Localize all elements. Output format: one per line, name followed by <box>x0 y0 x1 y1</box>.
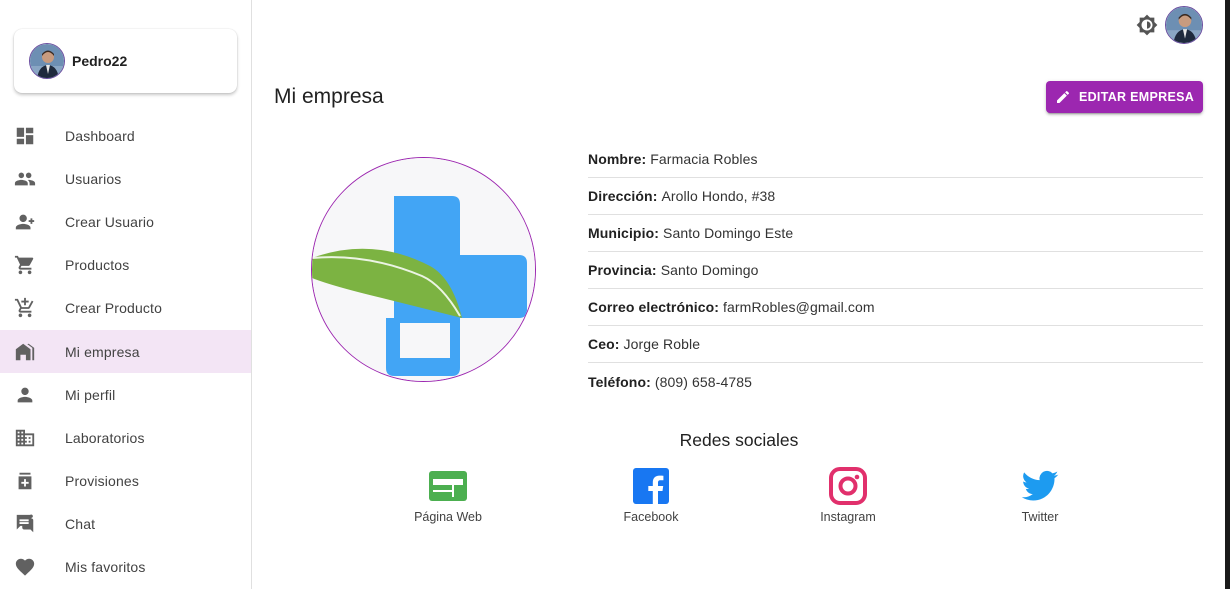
business-icon <box>13 426 37 450</box>
social-label: Página Web <box>414 510 482 524</box>
sidebar-item-label: Crear Producto <box>65 300 163 317</box>
info-label: Ceo: <box>588 336 620 352</box>
info-value: (809) 658-4785 <box>654 373 752 390</box>
info-label: Nombre: <box>588 151 647 167</box>
info-value: Santo Domingo <box>660 262 759 278</box>
info-row-telefono: Teléfono: (809) 658-4785 <box>588 363 1203 400</box>
user-avatar <box>29 43 65 79</box>
sidebar-item-label: Productos <box>65 257 130 274</box>
info-value: Santo Domingo Este <box>663 225 794 241</box>
info-row-direccion: Dirección: Arollo Hondo, #38 <box>588 178 1203 215</box>
instagram-icon <box>829 467 867 505</box>
store-icon <box>13 340 37 364</box>
social-section-title: Redes sociales <box>679 430 799 450</box>
person-add-icon <box>13 210 37 234</box>
sidebar-item-label: Mis favoritos <box>65 559 146 576</box>
sidebar-nav: Dashboard Usuarios Crear Usuario Product… <box>0 114 251 589</box>
info-label: Dirección: <box>588 188 658 204</box>
info-value: Arollo Hondo, #38 <box>661 188 776 204</box>
info-label: Teléfono: <box>588 373 651 390</box>
facebook-icon <box>633 468 669 504</box>
info-label: Correo electrónico: <box>588 299 720 315</box>
sidebar-item-label: Usuarios <box>65 170 122 187</box>
social-label: Twitter <box>1021 510 1059 524</box>
info-row-provincia: Provincia: Santo Domingo <box>588 252 1203 289</box>
sidebar-item-label: Provisiones <box>65 473 140 490</box>
info-label: Municipio: <box>588 225 659 241</box>
sidebar-item-laboratorios[interactable]: Laboratorios <box>0 416 251 459</box>
info-value: farmRobles@gmail.com <box>723 299 875 315</box>
people-icon <box>13 167 37 191</box>
info-row-municipio: Municipio: Santo Domingo Este <box>588 215 1203 252</box>
twitter-icon <box>1021 470 1059 501</box>
add-cart-icon <box>13 296 37 320</box>
info-row-nombre: Nombre: Farmacia Robles <box>588 141 1203 178</box>
sidebar-item-label: Crear Usuario <box>65 213 155 230</box>
info-value: Jorge Roble <box>623 336 701 352</box>
dashboard-icon <box>13 124 37 148</box>
user-name: Pedro22 <box>72 53 128 69</box>
medication-icon <box>13 469 37 493</box>
sidebar-item-mis-favoritos[interactable]: Mis favoritos <box>0 546 251 589</box>
edit-company-button-label: EDITAR EMPRESA <box>1078 90 1195 104</box>
sidebar-item-usuarios[interactable]: Usuarios <box>0 157 251 200</box>
sidebar-item-label: Chat <box>65 516 96 533</box>
scrollbar-thumb[interactable] <box>1225 0 1230 589</box>
theme-toggle-button[interactable] <box>1136 14 1158 36</box>
info-row-ceo: Ceo: Jorge Roble <box>588 326 1203 363</box>
sidebar-item-dashboard[interactable]: Dashboard <box>0 114 251 157</box>
web-icon <box>429 471 467 501</box>
info-label: Provincia: <box>588 262 657 278</box>
cart-icon <box>13 253 37 277</box>
company-info-list: Nombre: Farmacia Robles Dirección: Aroll… <box>588 141 1203 400</box>
user-card[interactable]: Pedro22 <box>14 29 237 93</box>
sidebar-item-label: Mi empresa <box>65 343 140 360</box>
company-logo <box>311 157 536 382</box>
sidebar-item-crear-producto[interactable]: Crear Producto <box>0 287 251 330</box>
edit-company-button[interactable]: EDITAR EMPRESA <box>1046 81 1203 113</box>
chat-icon <box>13 512 37 536</box>
heart-icon <box>13 555 37 579</box>
sidebar-item-crear-usuario[interactable]: Crear Usuario <box>0 200 251 243</box>
sidebar-item-mi-empresa[interactable]: Mi empresa <box>0 329 251 374</box>
brightness-icon <box>1136 14 1158 36</box>
sidebar-item-provisiones[interactable]: Provisiones <box>0 460 251 503</box>
social-link-web[interactable]: Página Web <box>393 466 503 524</box>
social-label: Facebook <box>623 510 679 524</box>
sidebar: Pedro22 Dashboard Usuarios Crear Usuario… <box>0 0 252 589</box>
social-label: Instagram <box>820 510 876 524</box>
info-row-correo: Correo electrónico: farmRobles@gmail.com <box>588 289 1203 326</box>
page-title: Mi empresa <box>274 85 384 108</box>
sidebar-item-label: Mi perfil <box>65 386 116 403</box>
sidebar-item-productos[interactable]: Productos <box>0 244 251 287</box>
sidebar-item-chat[interactable]: Chat <box>0 503 251 546</box>
person-icon <box>13 383 37 407</box>
social-link-instagram[interactable]: Instagram <box>793 466 903 524</box>
info-value: Farmacia Robles <box>650 151 758 167</box>
social-link-facebook[interactable]: Facebook <box>596 466 706 524</box>
sidebar-item-label: Dashboard <box>65 127 135 144</box>
sidebar-item-label: Laboratorios <box>65 429 145 446</box>
account-avatar-button[interactable] <box>1165 6 1203 44</box>
edit-icon <box>1056 90 1069 103</box>
sidebar-item-mi-perfil[interactable]: Mi perfil <box>0 373 251 416</box>
social-link-twitter[interactable]: Twitter <box>985 466 1095 524</box>
